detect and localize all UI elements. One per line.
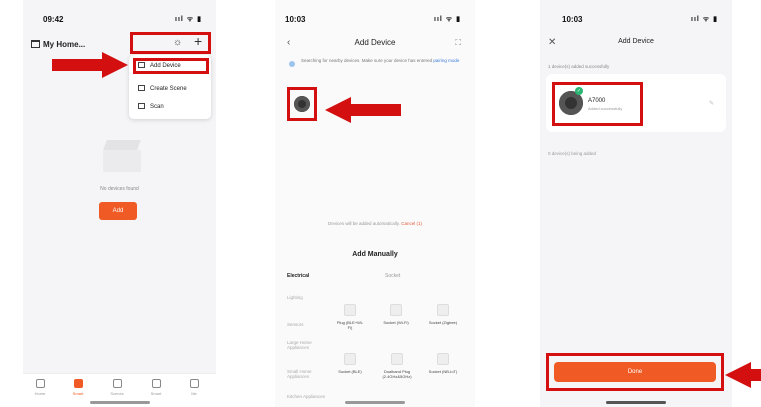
discovered-device[interactable] xyxy=(287,87,317,121)
category-item[interactable]: Small Home Appliances xyxy=(287,369,327,379)
tab-home[interactable]: Home xyxy=(27,379,53,396)
device-option[interactable]: Plug (BLE+Wi-Fi) xyxy=(335,304,365,330)
scene-icon xyxy=(138,85,145,91)
bell-icon[interactable]: ☼ xyxy=(173,37,182,48)
plug-icon xyxy=(344,353,356,365)
empty-state-text: No devices found xyxy=(100,186,139,192)
device-option[interactable]: Socket (NB-IoT) xyxy=(428,353,458,375)
menu-item-label: Scan xyxy=(150,104,164,110)
category-item[interactable]: Kitchen Appliances xyxy=(287,394,327,399)
searching-text: Searching for nearby devices. Make sure … xyxy=(301,58,433,63)
tab-smart-2[interactable]: Smart xyxy=(143,379,169,396)
camera-device-icon xyxy=(294,96,310,112)
searching-banner: Searching for nearby devices. Make sure … xyxy=(287,58,467,74)
add-button[interactable]: Add xyxy=(99,202,137,220)
category-item[interactable]: Lighting xyxy=(287,295,327,300)
tab-me[interactable]: Me xyxy=(181,379,207,396)
tutorial-canvas: 09:42 ııl ᯤ ▮ My Home... ☼ + Add Device … xyxy=(0,0,761,407)
nav-bar: ✕ Add Device xyxy=(540,37,732,52)
nav-bar: ‹ Add Device ⛶ xyxy=(275,37,475,52)
add-device-icon xyxy=(138,62,145,68)
pairing-mode-link[interactable]: pairing mode xyxy=(433,58,459,63)
category-item[interactable]: Sensors xyxy=(287,322,327,327)
top-actions-highlight: ☼ + xyxy=(130,32,211,54)
arrow-icon xyxy=(325,97,401,123)
plug-icon xyxy=(344,304,356,316)
add-device-screen: 10:03 ııl ᯤ ▮ ‹ Add Device ⛶ Searching f… xyxy=(275,0,475,407)
scan-icon xyxy=(138,103,145,109)
auto-add-text: Devices will be added automatically. Can… xyxy=(328,221,422,226)
status-time: 10:03 xyxy=(285,15,306,24)
device-option[interactable]: Socket (Wi-Fi) xyxy=(381,304,411,326)
home-icon xyxy=(31,40,40,48)
status-bar: 10:03 ııl ᯤ ▮ xyxy=(275,15,475,29)
back-icon[interactable]: ‹ xyxy=(287,37,290,48)
close-icon[interactable]: ✕ xyxy=(548,37,556,48)
plus-icon[interactable]: + xyxy=(194,33,202,49)
menu-item-label: Create Scene xyxy=(150,86,187,92)
scan-code-icon[interactable]: ⛶ xyxy=(455,38,461,48)
plug-icon xyxy=(437,353,449,365)
status-icons: ııl ᯤ ▮ xyxy=(175,16,202,23)
tab-electrical[interactable]: Electrical xyxy=(287,273,309,279)
tab-smart[interactable]: Smart xyxy=(65,379,91,396)
menu-item-label: Add Device xyxy=(150,63,181,69)
device-status: Added successfully xyxy=(588,106,623,111)
status-time: 10:03 xyxy=(562,15,583,24)
radar-icon xyxy=(289,61,295,67)
home-indicator xyxy=(606,401,666,404)
added-count-text: 1 device(s) added successfully xyxy=(548,64,610,69)
done-highlight: Done xyxy=(546,353,724,391)
cancel-link[interactable]: Cancel (1) xyxy=(401,221,422,226)
device-option[interactable]: Socket (BLE) xyxy=(335,353,365,375)
status-bar: 09:42 ııl ᯤ ▮ xyxy=(23,15,216,29)
tab-socket[interactable]: Socket xyxy=(385,273,400,279)
done-button[interactable]: Done xyxy=(554,362,716,382)
pending-count-text: 0 device(s) being added xyxy=(548,151,597,156)
add-menu: Add Device Create Scene Scan xyxy=(129,55,211,119)
home-title-label: My Home xyxy=(43,40,79,49)
check-icon: ✓ xyxy=(575,87,583,95)
status-time: 09:42 xyxy=(43,15,64,24)
status-bar: 10:03 ııl ᯤ ▮ xyxy=(540,15,732,29)
home-tab-icon xyxy=(35,379,45,388)
home-indicator xyxy=(345,401,405,404)
added-device[interactable]: ✓ A7000 Added successfully xyxy=(552,82,643,126)
scenes-tab-icon xyxy=(112,379,122,388)
arrow-icon xyxy=(52,52,128,78)
arrow-icon xyxy=(725,362,761,388)
device-option[interactable]: Socket (Zigbee) xyxy=(428,304,458,326)
nav-title: Add Device xyxy=(354,38,396,47)
category-tabs: Electrical Socket xyxy=(275,271,475,283)
status-icons: ııl ᯤ ▮ xyxy=(434,16,461,23)
edit-icon[interactable]: ✎ xyxy=(709,100,714,107)
device-name: A7000 xyxy=(588,98,606,104)
me-tab-icon xyxy=(189,379,199,388)
device-added-screen: 10:03 ııl ᯤ ▮ ✕ Add Device 1 device(s) a… xyxy=(540,0,732,407)
status-icons: ııl ᯤ ▮ xyxy=(691,16,718,23)
menu-item-scan[interactable]: Scan xyxy=(133,99,164,115)
nav-title: Add Device xyxy=(618,38,654,45)
plug-icon xyxy=(390,304,402,316)
tab-scenes[interactable]: Scenes xyxy=(104,379,130,396)
category-item[interactable]: Large Home Appliances xyxy=(287,340,327,350)
menu-item-create-scene[interactable]: Create Scene xyxy=(133,81,187,97)
home-indicator xyxy=(89,401,150,404)
device-option[interactable]: Dualband Plug (2.4GHz&5GHz) xyxy=(379,353,415,379)
smart-tab-icon xyxy=(73,379,83,388)
menu-item-add-device[interactable]: Add Device xyxy=(133,58,209,74)
home-selector[interactable]: My Home... xyxy=(31,40,85,49)
smart2-tab-icon xyxy=(151,379,161,388)
add-manually-title: Add Manually xyxy=(352,251,398,258)
empty-box-illustration xyxy=(99,140,145,176)
plug-icon xyxy=(391,353,403,365)
plug-icon xyxy=(437,304,449,316)
